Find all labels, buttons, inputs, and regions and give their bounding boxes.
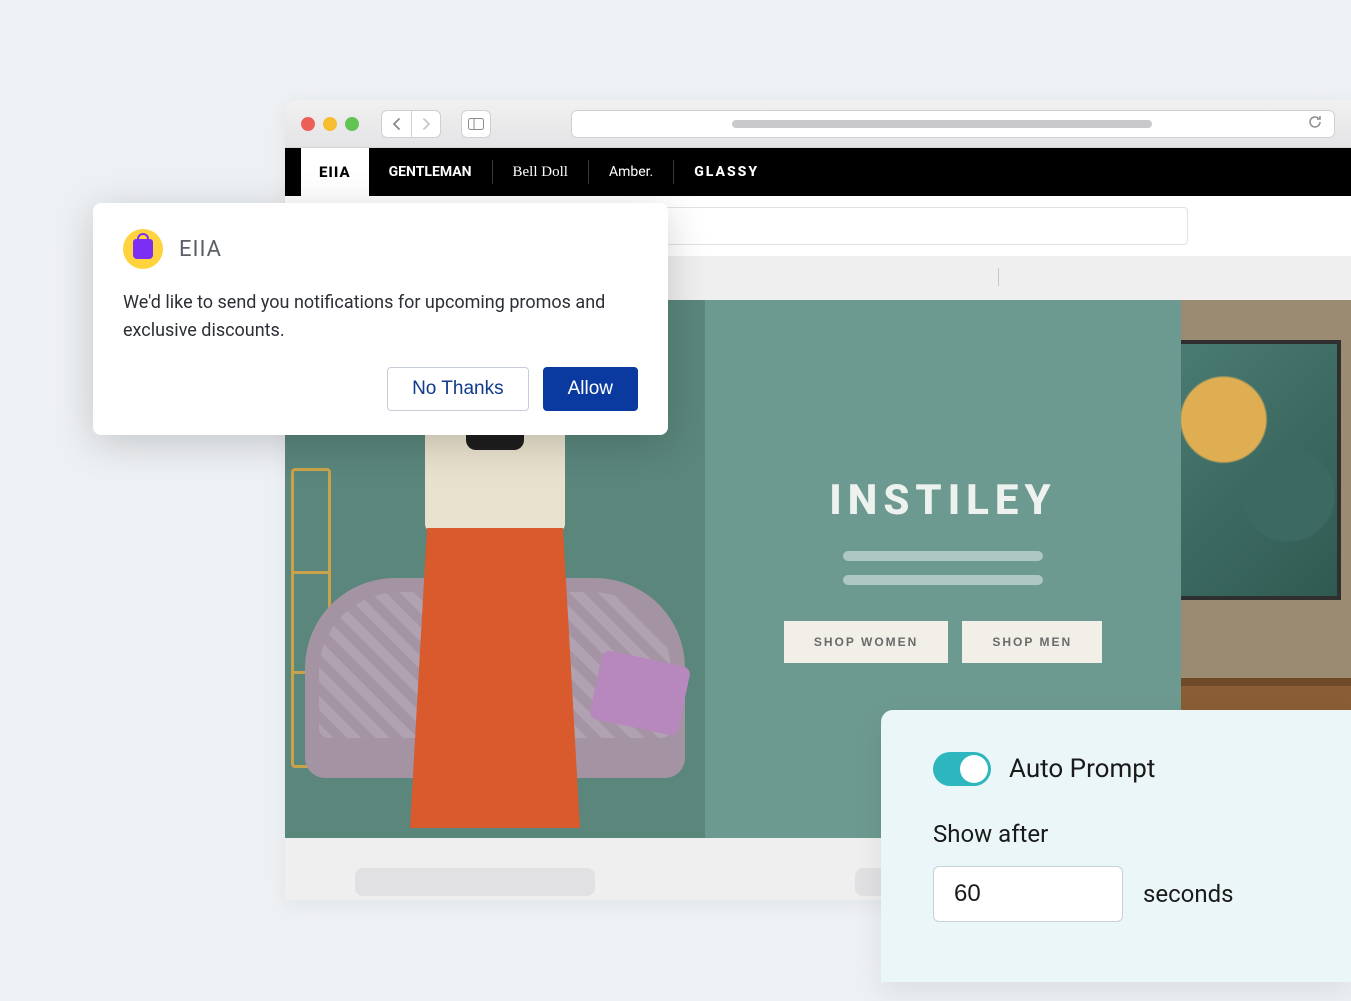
nav-item-amber[interactable]: Amber. [589,160,674,184]
brand-logo[interactable]: EIIA [301,148,369,196]
back-button[interactable] [381,110,411,138]
no-thanks-button[interactable]: No Thanks [387,367,529,411]
delay-seconds-input[interactable] [933,866,1123,922]
wall-art-decor [1181,340,1341,600]
reload-icon[interactable] [1308,114,1322,133]
site-top-nav: EIIA GENTLEMAN Bell Doll Amber. GLASSY [285,148,1351,196]
shopping-bag-icon [133,239,153,259]
prompt-message: We'd like to send you notifications for … [123,289,623,345]
seconds-unit-label: seconds [1143,880,1234,908]
window-controls [301,117,359,131]
nav-back-forward [381,110,441,138]
nav-item-belldoll[interactable]: Bell Doll [493,160,589,184]
app-icon [123,229,163,269]
nav-item-glassy[interactable]: GLASSY [674,160,779,184]
shop-men-button[interactable]: SHOP MEN [962,621,1102,663]
address-bar[interactable] [571,110,1335,138]
divider-icon [998,268,999,286]
auto-prompt-settings-card: Auto Prompt Show after seconds [881,710,1351,982]
sidebar-toggle-icon[interactable] [461,110,491,138]
show-after-label: Show after [933,820,1299,848]
minimize-window-icon[interactable] [323,117,337,131]
auto-prompt-toggle[interactable] [933,752,991,786]
allow-button[interactable]: Allow [543,367,638,411]
app-name: EIIA [179,237,222,262]
hero-title: INSTILEY [829,476,1056,525]
browser-chrome [285,100,1351,148]
close-window-icon[interactable] [301,117,315,131]
toggle-knob-icon [960,755,988,783]
hero-subtitle-lines [843,551,1043,585]
auto-prompt-label: Auto Prompt [1009,754,1155,784]
forward-button[interactable] [411,110,441,138]
notification-prompt: EIIA We'd like to send you notifications… [93,203,668,435]
placeholder-block [355,868,595,896]
maximize-window-icon[interactable] [345,117,359,131]
shop-women-button[interactable]: SHOP WOMEN [784,621,948,663]
nav-item-gentleman[interactable]: GENTLEMAN [369,160,493,184]
url-placeholder [732,120,1152,128]
